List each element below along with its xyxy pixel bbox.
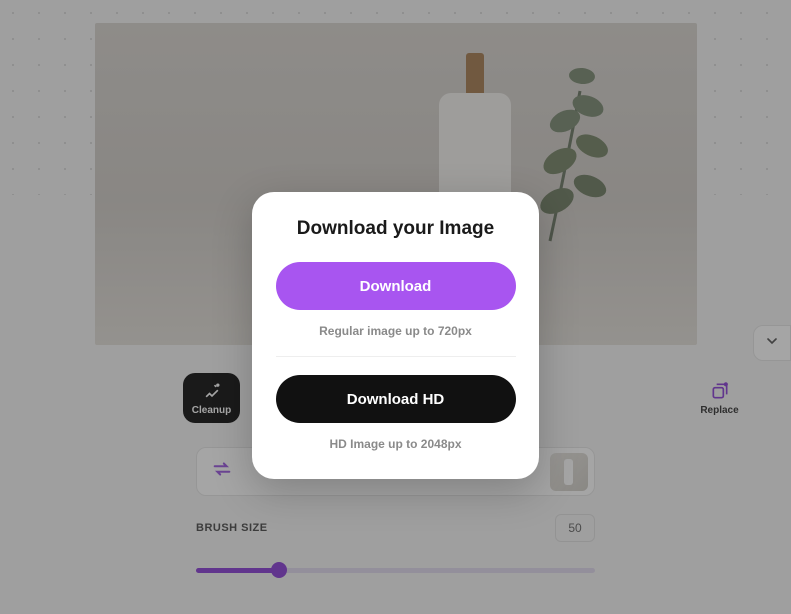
download-modal: Download your Image Download Regular ima… — [252, 192, 539, 479]
download-hd-button[interactable]: Download HD — [276, 375, 516, 423]
download-caption: Regular image up to 720px — [319, 324, 472, 338]
download-button[interactable]: Download — [276, 262, 516, 310]
download-hd-caption: HD Image up to 2048px — [329, 437, 461, 451]
modal-title: Download your Image — [297, 218, 494, 240]
modal-divider — [276, 356, 516, 357]
